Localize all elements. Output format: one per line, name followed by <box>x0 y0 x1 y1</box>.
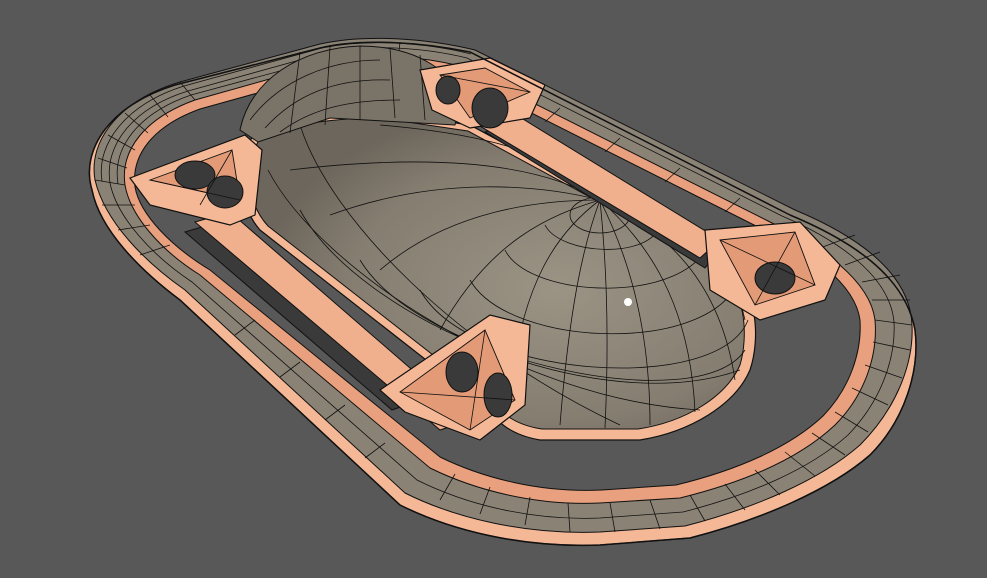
wireframe-render <box>0 0 987 578</box>
3d-viewport[interactable] <box>0 0 987 578</box>
specular-highlight <box>624 298 632 306</box>
